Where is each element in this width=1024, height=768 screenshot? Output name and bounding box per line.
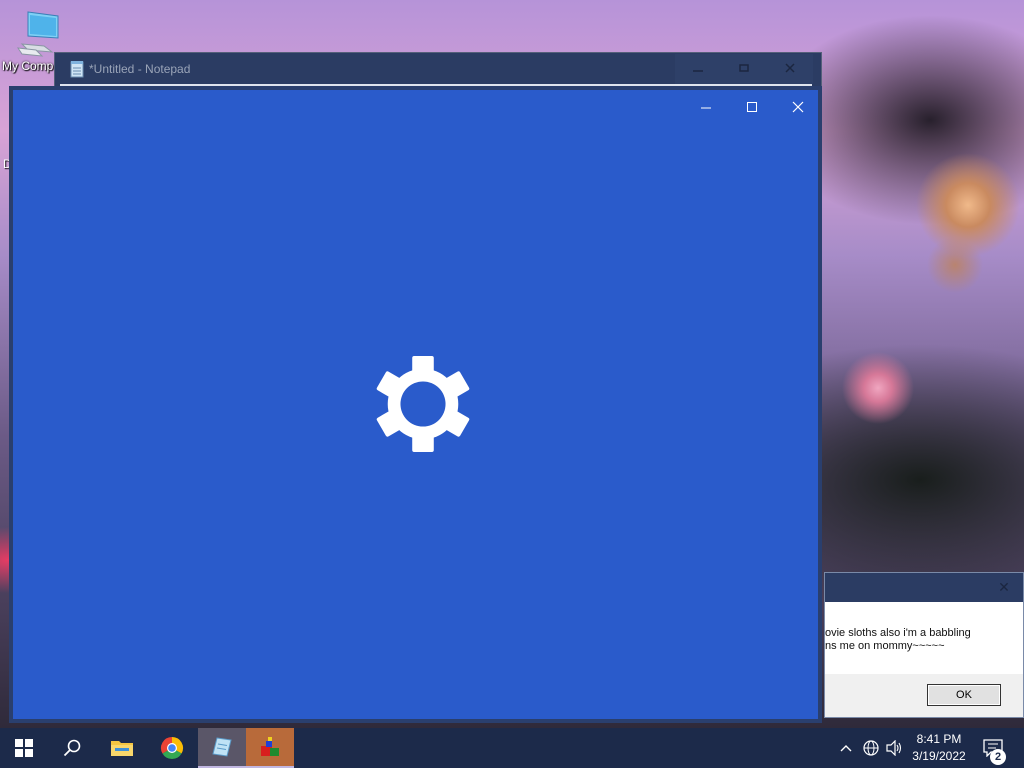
settings-close-button[interactable] xyxy=(775,90,821,124)
globe-icon xyxy=(863,740,879,756)
file-explorer-icon xyxy=(111,741,133,756)
notepad-icon xyxy=(212,737,232,757)
notepad-minimize-button[interactable] xyxy=(675,54,721,84)
app-icon xyxy=(261,737,279,756)
message-box-close-button[interactable]: ✕ xyxy=(991,576,1017,598)
notepad-maximize-button[interactable] xyxy=(721,54,767,84)
search-button[interactable] xyxy=(48,728,96,768)
taskbar-clock[interactable]: 8:41 PM 3/19/2022 xyxy=(906,731,972,765)
clock-time: 8:41 PM xyxy=(916,732,962,746)
taskbar-file-explorer[interactable] xyxy=(98,728,146,768)
notepad-close-button[interactable] xyxy=(767,54,813,84)
gear-icon xyxy=(376,355,470,453)
taskbar-chrome[interactable] xyxy=(148,728,196,768)
desktop-icon-my-computer[interactable]: My Comp xyxy=(0,8,60,73)
taskbar: 8:41 PM 3/19/2022 xyxy=(0,728,1024,768)
notepad-icon xyxy=(70,61,84,78)
close-icon xyxy=(785,63,795,73)
close-icon xyxy=(792,101,804,113)
notepad-title: *Untitled - Notepad xyxy=(89,62,191,76)
chrome-icon xyxy=(160,737,184,760)
network-button[interactable] xyxy=(860,728,882,768)
minimize-icon xyxy=(693,70,703,72)
minimize-icon xyxy=(701,107,711,109)
show-hidden-icons-button[interactable] xyxy=(836,728,856,768)
settings-maximize-button[interactable] xyxy=(729,90,775,124)
settings-minimize-button[interactable] xyxy=(683,90,729,124)
taskbar-app[interactable] xyxy=(246,728,294,768)
desktop-icon-label: My Comp xyxy=(2,59,54,73)
notification-count-badge: 2 xyxy=(990,749,1006,765)
computer-icon xyxy=(16,11,59,57)
message-box-body: ovie sloths also i'm a babbling ns me on… xyxy=(825,602,1023,674)
maximize-icon xyxy=(747,102,757,112)
message-line-2: ns me on mommy~~~~~ xyxy=(825,640,945,652)
clock-date: 3/19/2022 xyxy=(912,749,966,763)
settings-window[interactable] xyxy=(9,86,822,723)
search-icon xyxy=(63,739,81,757)
message-box-text: ovie sloths also i'm a babbling ns me on… xyxy=(825,627,971,653)
taskbar-notepad[interactable] xyxy=(198,728,246,768)
start-icon xyxy=(15,739,33,757)
speaker-icon xyxy=(886,740,902,756)
maximize-icon xyxy=(739,64,749,72)
message-line-1: ovie sloths also i'm a babbling xyxy=(825,627,971,639)
chevron-up-icon xyxy=(840,745,852,752)
ok-button[interactable]: OK xyxy=(927,684,1001,706)
volume-button[interactable] xyxy=(884,728,906,768)
start-button[interactable] xyxy=(0,728,48,768)
message-box[interactable]: ✕ ovie sloths also i'm a babbling ns me … xyxy=(824,572,1024,718)
